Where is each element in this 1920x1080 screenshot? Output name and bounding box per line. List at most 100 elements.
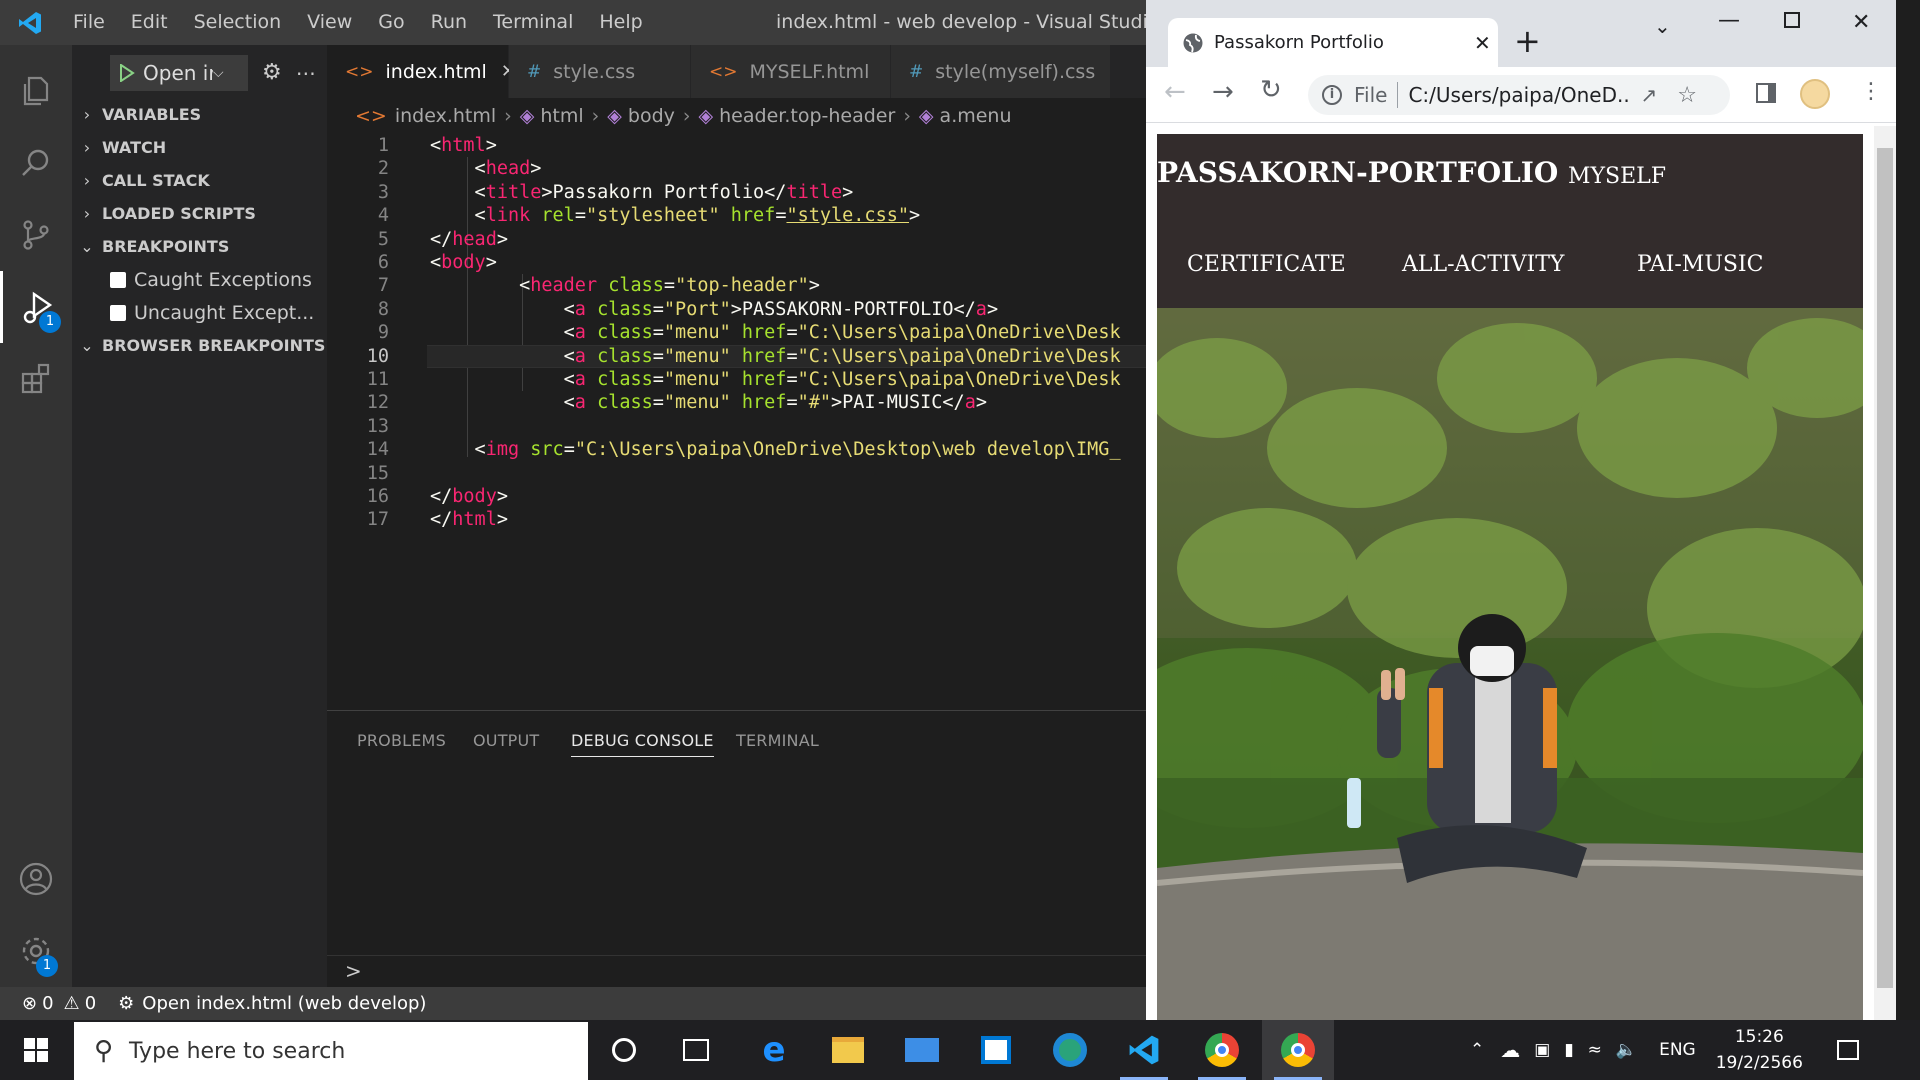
code-line[interactable]: 7 <header class="top-header"> [327, 274, 1146, 297]
nav-certificate-link[interactable]: CERTIFICATE [1187, 252, 1346, 277]
taskbar-search[interactable]: ⚲ Type here to search [74, 1022, 588, 1080]
forward-arrow-icon[interactable]: → [1212, 77, 1234, 107]
menu-file[interactable]: File [60, 0, 118, 45]
breadcrumb-item[interactable]: a.menu [940, 105, 1012, 127]
reload-icon[interactable]: ↻ [1260, 75, 1282, 105]
page-scrollbar[interactable] [1874, 126, 1896, 1020]
more-menu-icon[interactable]: ⋮ [1860, 79, 1882, 104]
tab-myself-html[interactable]: <> MYSELF.html [691, 45, 891, 98]
error-count[interactable]: 0 [42, 993, 53, 1014]
edge-icon[interactable] [1034, 1020, 1106, 1080]
tab-search-chevron-icon[interactable]: ⌄ [1654, 14, 1671, 38]
code-line[interactable]: 1 <html> [327, 134, 1146, 157]
code-line[interactable]: 2 <head> [327, 157, 1146, 180]
nav-myself-link[interactable]: MYSELF [1568, 164, 1666, 189]
code-line[interactable]: 9 <a class="menu" href="C:\Users\paipa\O… [327, 321, 1146, 344]
code-line[interactable]: 17 </html> [327, 508, 1146, 531]
browser-breakpoints-section[interactable]: ⌄ BROWSER BREAKPOINTS [72, 329, 327, 362]
profile-avatar-icon[interactable] [1800, 79, 1830, 109]
close-window-icon[interactable]: ✕ [1852, 10, 1870, 35]
chevron-up-icon[interactable]: ⌃ [1470, 1040, 1484, 1060]
tab-style-css[interactable]: # style.css [509, 45, 691, 98]
loaded-scripts-section[interactable]: › LOADED SCRIPTS [72, 197, 327, 230]
call-stack-section[interactable]: › CALL STACK [72, 164, 327, 197]
vscode-taskbar-icon[interactable] [1108, 1020, 1180, 1080]
volume-icon[interactable]: 🔈 [1616, 1040, 1637, 1060]
breakpoint-uncaught-exceptions[interactable]: Uncaught Except... [110, 296, 314, 329]
checkbox[interactable] [110, 304, 126, 321]
security-icon[interactable]: ▣ [1534, 1040, 1550, 1060]
menu-go[interactable]: Go [365, 0, 417, 45]
panel-tab-debug-console[interactable]: DEBUG CONSOLE [571, 731, 714, 757]
search-icon[interactable] [0, 127, 72, 199]
menu-view[interactable]: View [294, 0, 365, 45]
menu-edit[interactable]: Edit [118, 0, 181, 45]
code-line[interactable]: 15 [327, 462, 1146, 485]
windows-start-icon[interactable] [0, 1020, 72, 1080]
code-line[interactable]: 14 <img src="C:\Users\paipa\OneDrive\Des… [327, 438, 1146, 461]
cortana-icon[interactable] [588, 1020, 660, 1080]
nav-all-activity-link[interactable]: ALL-ACTIVITY [1402, 252, 1564, 277]
manage-gear-icon[interactable]: 1 [0, 915, 72, 987]
menu-selection[interactable]: Selection [181, 0, 295, 45]
watch-section[interactable]: › WATCH [72, 131, 327, 164]
wifi-icon[interactable]: ≈ [1588, 1040, 1602, 1060]
breadcrumb-item[interactable]: body [628, 105, 675, 127]
breakpoint-caught-exceptions[interactable]: Caught Exceptions [110, 263, 312, 296]
info-icon[interactable]: i [1322, 85, 1342, 105]
file-explorer-icon[interactable] [812, 1020, 884, 1080]
code-line[interactable]: 8 <a class="Port">PASSAKORN-PORTFOLIO</a… [327, 298, 1146, 321]
chrome-taskbar-icon[interactable] [1186, 1020, 1258, 1080]
battery-icon[interactable]: ▮ [1564, 1040, 1573, 1060]
code-line[interactable]: 4 <link rel="stylesheet" href="style.css… [327, 204, 1146, 227]
menu-run[interactable]: Run [418, 0, 480, 45]
clock[interactable]: 15:26 19/2/2566 [1716, 1024, 1803, 1076]
checkbox[interactable] [110, 271, 126, 288]
panel-tab-output[interactable]: OUTPUT [473, 731, 539, 750]
launch-status[interactable]: Open index.html (web develop) [142, 993, 426, 1014]
notifications-icon[interactable] [1836, 1040, 1859, 1060]
panel-tab-terminal[interactable]: TERMINAL [736, 731, 819, 750]
variables-section[interactable]: › VARIABLES [72, 98, 327, 131]
breadcrumb-item[interactable]: html [540, 105, 583, 127]
site-brand-link[interactable]: PASSAKORN-PORTFOLIO [1157, 156, 1558, 189]
maximize-icon[interactable] [1784, 12, 1800, 28]
chrome-active-taskbar-icon[interactable] [1262, 1020, 1334, 1080]
edge-legacy-icon[interactable]: e [738, 1020, 810, 1080]
new-tab-button[interactable]: + [1514, 22, 1541, 60]
code-line[interactable]: 5 </head> [327, 228, 1146, 251]
breadcrumb-item[interactable]: index.html [395, 105, 496, 127]
code-line[interactable]: 16 </body> [327, 485, 1146, 508]
tab-style-myself-css[interactable]: # style(myself).css [891, 45, 1111, 98]
code-editor[interactable]: 1 <html> 2 <head> 3 <title>Passakorn Portfo… [327, 134, 1146, 710]
breakpoints-section[interactable]: ⌄ BREAKPOINTS [72, 230, 327, 263]
task-view-icon[interactable] [660, 1020, 732, 1080]
chevron-down-icon[interactable]: ⌵ [213, 65, 224, 81]
share-icon[interactable]: ↗ [1640, 83, 1657, 107]
account-icon[interactable] [0, 843, 72, 915]
scrollbar-thumb[interactable] [1877, 148, 1893, 988]
bookmark-star-icon[interactable]: ☆ [1677, 83, 1697, 108]
code-line[interactable]: 10 <a class="menu" href="C:\Users\paipa\… [327, 344, 1146, 368]
explorer-icon[interactable] [0, 55, 72, 127]
extensions-icon[interactable] [0, 343, 72, 415]
back-arrow-icon[interactable]: ← [1164, 77, 1186, 107]
warning-icon[interactable]: ⚠ [64, 993, 80, 1014]
run-debug-icon[interactable]: 1 [0, 271, 72, 343]
error-icon[interactable]: ⊗ [22, 993, 37, 1014]
code-line[interactable]: 12 <a class="menu" href="#">PAI-MUSIC</a… [327, 391, 1146, 414]
nav-pai-music-link[interactable]: PAI-MUSIC [1637, 252, 1763, 277]
code-line[interactable]: 11 <a class="menu" href="C:\Users\paipa\… [327, 368, 1146, 391]
address-bar[interactable]: i File C:/Users/paipa/OneD... ↗ ☆ [1308, 75, 1730, 115]
close-tab-icon[interactable]: ✕ [1474, 31, 1491, 55]
warning-count[interactable]: 0 [85, 993, 96, 1014]
more-actions-icon[interactable]: ⋯ [296, 61, 316, 85]
code-line[interactable]: 6 <body> [327, 251, 1146, 274]
onedrive-cloud-icon[interactable]: ☁ [1500, 1038, 1520, 1062]
code-line[interactable]: 3 <title>Passakorn Portfolio</title> [327, 181, 1146, 204]
debug-console-input[interactable]: > [327, 955, 1146, 988]
gear-icon[interactable]: ⚙ [262, 60, 282, 85]
mail-icon[interactable] [886, 1020, 958, 1080]
language-indicator[interactable]: ENG [1659, 1040, 1696, 1060]
side-panel-icon[interactable] [1756, 83, 1776, 103]
